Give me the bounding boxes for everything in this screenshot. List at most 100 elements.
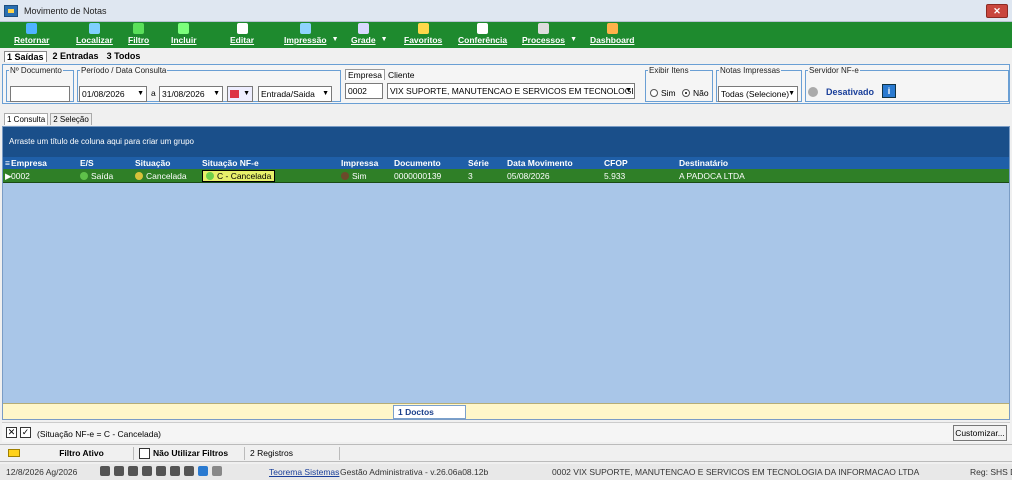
company-link[interactable]: Teorema Sistemas (269, 464, 339, 480)
toolbar: Retornar Localizar Filtro Incluir Editar Impr… (0, 22, 1012, 48)
toolbar-label: Retornar (14, 35, 50, 45)
table-cell[interactable]: 5.933 (604, 169, 625, 183)
chevron-down-icon[interactable]: ▼ (332, 36, 339, 43)
group-by-panel[interactable]: Arraste um título de coluna aqui para cr… (3, 127, 1009, 157)
status-bar: Filtro Ativo Não Utilizar Filtros 2 Regi… (0, 444, 1012, 462)
info-icon[interactable]: i (882, 84, 896, 98)
column-header[interactable]: Documento (394, 157, 441, 169)
column-header[interactable]: Situação NF-e (202, 157, 259, 169)
filter-active-icon (8, 449, 20, 457)
tab-selecao[interactable]: 2 Seleção (50, 113, 92, 125)
table-cell[interactable]: Saída (80, 169, 113, 183)
column-chooser-icon[interactable]: ≡ (5, 157, 10, 169)
instagram-icon[interactable] (128, 466, 138, 476)
sim-radio[interactable] (650, 89, 658, 97)
nao-utilizar-checkbox[interactable] (139, 448, 150, 459)
periodo-group: Período / Data Consulta 01/08/2026 a 31/… (77, 66, 341, 102)
table-row[interactable]: ▶ 0002 Saída Cancelada C - Cancelada Sim 00000… (3, 169, 1009, 183)
toolbar-label: Processos (522, 35, 565, 45)
clear-filter-checkbox[interactable]: ✕ (6, 427, 17, 438)
youtube-icon[interactable] (156, 466, 166, 476)
cliente-select[interactable]: VIX SUPORTE, MANUTENCAO E SERVICOS EM TE… (387, 83, 635, 99)
home-icon[interactable] (212, 466, 222, 476)
column-header[interactable]: Impressa (341, 157, 378, 169)
plus-icon (178, 23, 190, 34)
tab-entradas[interactable]: 2 Entradas (51, 51, 101, 62)
table-cell[interactable]: C - Cancelada (202, 170, 276, 182)
filters-panel: Nº Documento Período / Data Consulta 01/… (2, 64, 1010, 104)
nr-documento-input[interactable] (10, 86, 70, 102)
app-icon (4, 4, 18, 17)
table-cell[interactable]: Cancelada (135, 169, 187, 183)
toolbar-editar-button[interactable]: Editar (224, 23, 260, 48)
toolbar-dashboard-button[interactable]: Dashboard (584, 23, 640, 48)
servidor-status: Desativado (826, 87, 875, 97)
date-separator: a (151, 88, 156, 98)
sim-label: Sim (661, 88, 676, 98)
nao-utilizar-label[interactable]: Não Utilizar Filtros (151, 447, 245, 460)
toolbar-filtro-button[interactable]: Filtro (122, 23, 155, 48)
exibir-itens-group: Exibir Itens Sim Não (645, 66, 713, 102)
toolbar-impressao-button[interactable]: Impressão ▼ (278, 23, 339, 48)
table-cell[interactable]: Sim (341, 169, 367, 183)
table-cell[interactable]: A PADOCA LTDA (679, 169, 745, 183)
current-date: 12/8/2026 Ag/2026 (6, 467, 78, 477)
return-icon (26, 23, 38, 34)
toolbar-processos-button[interactable]: Processos ▼ (516, 23, 577, 48)
tipo-select[interactable]: Entrada/Saida (258, 86, 332, 102)
toolbar-favoritos-button[interactable]: Favoritos (398, 23, 448, 48)
servidor-label: Servidor NF-e (809, 66, 859, 75)
bottom-info-bar: 12/8/2026 Ag/2026 Teorema Sistemas Gestã… (0, 464, 1012, 480)
column-header[interactable]: Série (468, 157, 489, 169)
customize-button[interactable]: Customizar... (953, 425, 1007, 441)
grid-header: ≡ Empresa E/S Situação Situação NF-e Impressa… (3, 157, 1009, 169)
toolbar-retornar-button[interactable]: Retornar (8, 23, 55, 48)
table-cell[interactable]: 0000000139 (394, 169, 441, 183)
whatsapp-icon[interactable] (100, 466, 110, 476)
column-header[interactable]: Destinatário (679, 157, 728, 169)
status-icon (135, 172, 143, 180)
table-cell[interactable]: 3 (468, 169, 473, 183)
email-icon[interactable] (114, 466, 124, 476)
document-icon (477, 23, 489, 34)
calendar-icon[interactable] (227, 86, 253, 102)
tab-consulta[interactable]: 1 Consulta (4, 113, 49, 125)
chevron-down-icon[interactable]: ▼ (570, 36, 577, 43)
facebook-icon[interactable] (184, 466, 194, 476)
table-cell[interactable]: 05/08/2026 (507, 169, 550, 183)
servidor-group: Servidor NF-e Desativado i (805, 66, 1009, 102)
date-to-input[interactable]: 31/08/2026 (159, 86, 223, 102)
server-status-icon (808, 87, 818, 97)
toolbar-conferencia-button[interactable]: Conferência (452, 23, 513, 48)
telegram-icon[interactable] (198, 466, 208, 476)
column-header[interactable]: Empresa (11, 157, 47, 169)
status-icon (341, 172, 349, 180)
nao-radio[interactable] (682, 89, 690, 97)
toolbar-grade-button[interactable]: Grade ▼ (345, 23, 388, 48)
star-icon (417, 23, 429, 34)
toolbar-incluir-button[interactable]: Incluir (165, 23, 203, 48)
chevron-down-icon[interactable]: ▼ (381, 36, 388, 43)
linkedin-icon[interactable] (142, 466, 152, 476)
column-header[interactable]: E/S (80, 157, 94, 169)
close-button[interactable]: ✕ (986, 4, 1008, 18)
date-from-input[interactable]: 01/08/2026 (79, 86, 147, 102)
enable-filter-checkbox[interactable]: ✓ (20, 427, 31, 438)
x-icon[interactable] (170, 466, 180, 476)
tab-saidas[interactable]: 1 Saídas (4, 51, 47, 62)
periodo-label: Período / Data Consulta (81, 66, 167, 75)
column-header[interactable]: Situação (135, 157, 170, 169)
tab-todos[interactable]: 3 Todos (105, 51, 143, 62)
toolbar-label: Dashboard (590, 35, 635, 45)
notas-impressas-select[interactable]: Todas (Selecione) (718, 86, 798, 102)
movement-tabs: 1 Saídas 2 Entradas 3 Todos (4, 51, 142, 62)
table-cell[interactable]: 0002 (11, 169, 30, 183)
column-header[interactable]: Data Movimento (507, 157, 573, 169)
filter-icon (133, 23, 145, 34)
filtro-ativo-label: Filtro Ativo (30, 447, 134, 460)
empresa-input[interactable]: 0002 (345, 83, 383, 99)
column-header[interactable]: CFOP (604, 157, 628, 169)
edit-icon (236, 23, 248, 34)
toolbar-localizar-button[interactable]: Localizar (70, 23, 119, 48)
nao-label: Não (693, 88, 709, 98)
